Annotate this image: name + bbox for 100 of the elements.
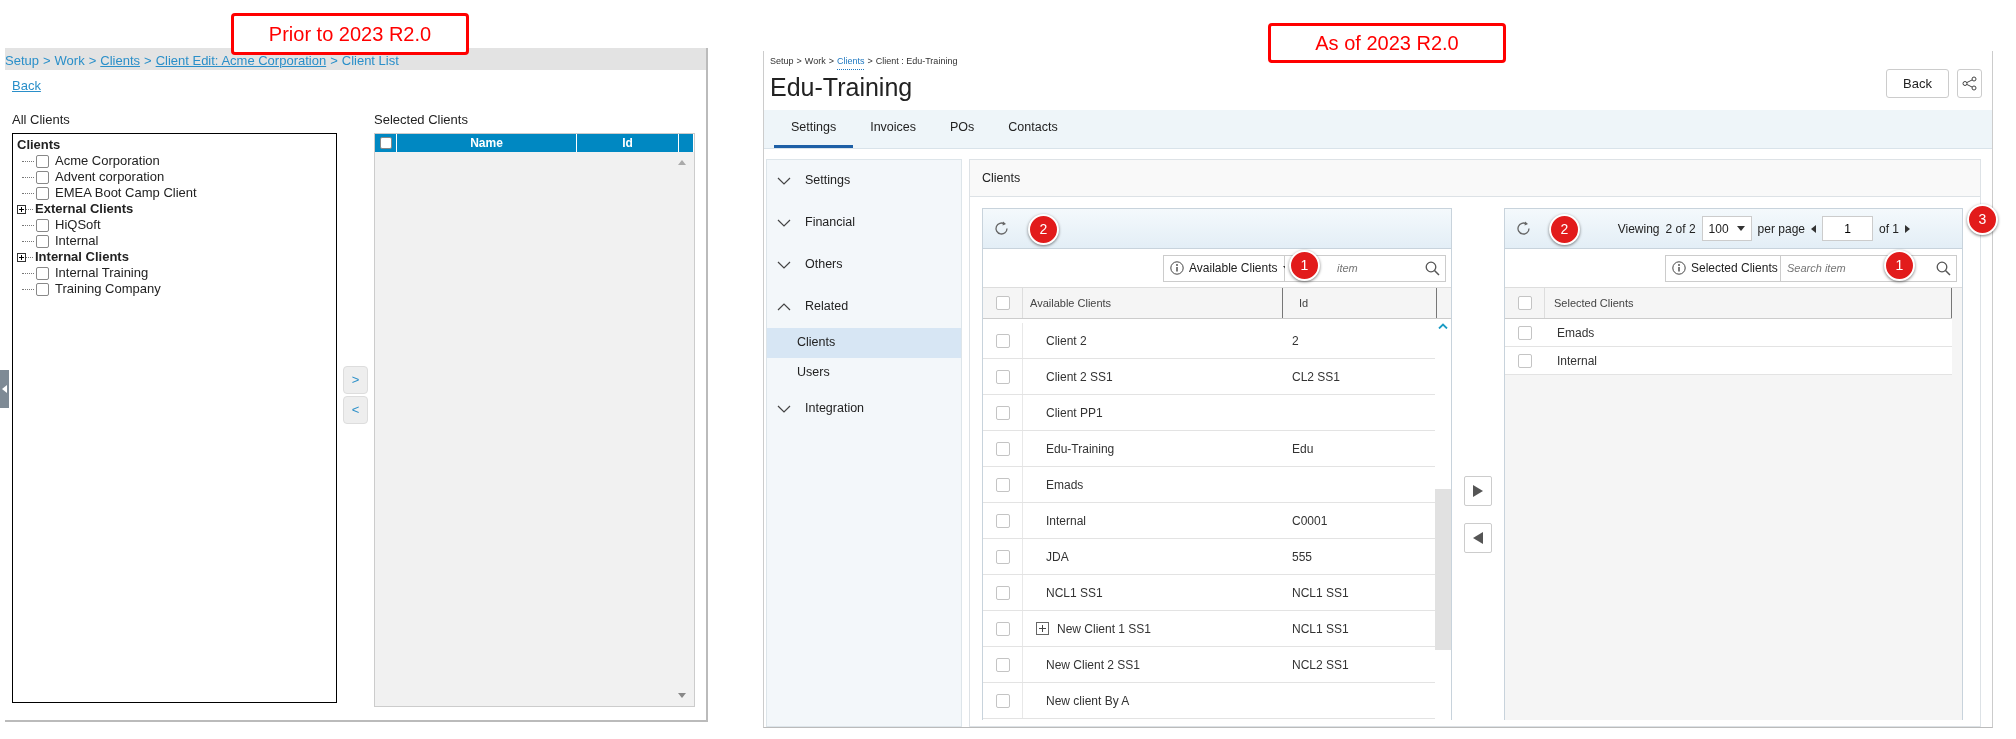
checkbox[interactable] [995,621,1010,636]
tree-item-label: Training Company [55,280,161,299]
checkbox[interactable] [995,657,1010,672]
checkbox[interactable] [36,282,49,296]
tab[interactable]: POs [933,109,992,148]
checkbox[interactable] [36,154,49,168]
checkbox[interactable] [36,234,49,248]
filter-dropdown[interactable]: Available Clients [1163,254,1285,282]
checkbox[interactable] [36,218,49,232]
sidebar-section[interactable]: Financial [805,213,856,232]
panel-header: Clients [970,159,1980,198]
search-icon[interactable] [1936,260,1951,276]
tab[interactable]: Contacts [991,109,1075,148]
sidebar-section[interactable]: Integration [805,399,865,418]
breadcrumb-item: Setup [770,55,794,68]
filter-dropdown[interactable]: Selected Clients [1665,254,1781,282]
sidebar-section[interactable]: Others [805,255,843,274]
breadcrumb-item: Setup [5,52,39,70]
pager-label: Viewing [1617,220,1660,238]
column-header[interactable]: Available Clients [1023,288,1283,319]
page-size-select[interactable]: 100 [1701,216,1752,242]
chevron-down-icon[interactable] [777,218,791,227]
checkbox[interactable] [995,369,1010,384]
tree-item-label: Advent corporation [55,168,165,187]
expand-icon[interactable] [17,204,26,214]
checkbox[interactable] [995,477,1010,492]
sidebar-section[interactable]: Related [805,297,849,316]
checkbox[interactable] [995,549,1010,564]
tree-item-label: Internal Training [55,264,149,283]
next-page-icon[interactable] [1905,224,1910,233]
checkbox[interactable] [995,693,1010,708]
sidebar-item[interactable]: Users [767,357,961,388]
column-header[interactable]: Id [1283,288,1437,319]
breadcrumb-separator: > [88,52,97,70]
scroll-down-icon[interactable] [678,693,686,698]
client-name: New client By A [1046,692,1130,710]
checkbox[interactable] [379,137,392,149]
tree-group-label: Clients [17,136,61,155]
client-id: NCL1 SS1 [1291,584,1349,602]
client-id: 2 [1291,332,1299,350]
back-link[interactable]: Back [12,76,41,96]
back-button[interactable]: Back [1886,69,1949,98]
client-id: Edu [1291,440,1314,458]
previous-page-icon[interactable] [1811,224,1816,233]
client-name: Client 2 [1046,332,1087,350]
page-title: Edu-Training [770,71,913,102]
search-icon[interactable] [1425,260,1440,276]
breadcrumb-link[interactable]: Clients [836,55,865,70]
tree-item-label: HiQSoft [55,216,101,235]
chevron-up-icon[interactable] [777,302,791,311]
scroll-up-icon[interactable] [1438,323,1448,330]
checkbox[interactable] [995,296,1010,311]
scrollbar-thumb[interactable] [1435,489,1451,651]
pager-count: 2 of 2 [1665,220,1696,238]
column-header[interactable]: Selected Clients [1545,288,1952,319]
column-header: Name [397,134,577,152]
add-button[interactable] [1464,476,1492,507]
page-field[interactable]: 1 [1822,216,1873,242]
section-label: Selected Clients [374,110,469,129]
step-marker: 3 [1967,204,1998,236]
checkbox[interactable] [995,513,1010,528]
chevron-down-icon[interactable] [777,404,791,413]
checkbox[interactable] [36,186,49,200]
checkbox[interactable] [995,585,1010,600]
tab[interactable]: Settings [774,109,854,148]
refresh-icon[interactable] [1515,220,1532,238]
sidebar-section[interactable]: Settings [805,171,851,190]
checkbox[interactable] [995,333,1010,348]
breadcrumb-separator: > [828,55,834,68]
tree-item-label: Internal [55,232,99,251]
share-button[interactable] [1957,69,1982,98]
chevron-down-icon[interactable] [777,260,791,269]
breadcrumb-item: Work [804,55,826,68]
column-header: Id [577,134,679,152]
checkbox[interactable] [995,405,1010,420]
expand-icon[interactable] [1036,622,1049,636]
refresh-icon[interactable] [993,220,1010,238]
collapse-handle[interactable] [0,370,9,408]
client-id: 555 [1291,548,1313,566]
checkbox[interactable] [36,266,49,280]
client-name: Emads [1556,324,1595,342]
checkbox[interactable] [1518,353,1532,368]
sidebar-item[interactable]: Clients [767,327,961,358]
client-name: New Client 1 SS1 [1057,620,1152,638]
client-id: NCL1 SS1 [1291,620,1349,638]
chevron-down-icon[interactable] [777,176,791,185]
caret-down-icon [1736,226,1745,232]
share-icon [1962,76,1977,91]
checkbox[interactable] [995,441,1010,456]
client-name: Client PP1 [1046,404,1103,422]
section-label: All Clients [12,110,71,129]
checkbox[interactable] [36,170,49,184]
checkbox[interactable] [1518,325,1532,340]
client-name: Edu-Training [1046,440,1115,458]
tab[interactable]: Invoices [853,109,934,148]
client-name: Emads [1046,476,1084,494]
checkbox[interactable] [1517,296,1532,311]
remove-button[interactable] [1464,523,1492,554]
expand-icon[interactable] [17,252,26,262]
scroll-up-icon[interactable] [678,160,686,165]
